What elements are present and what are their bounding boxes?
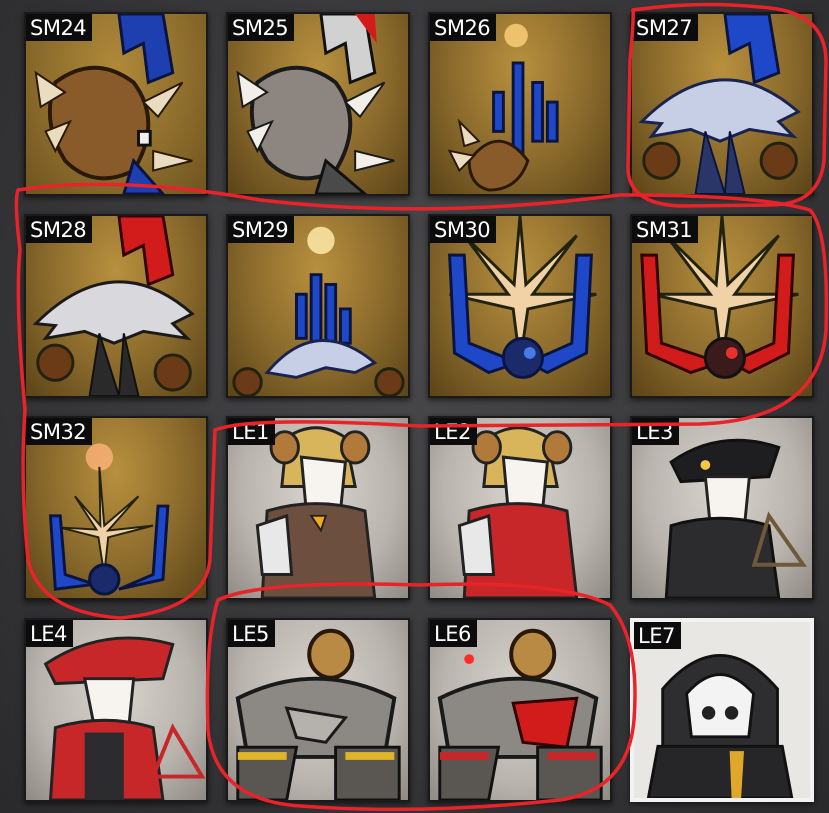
tile-label: LE5 [228, 620, 275, 647]
tile-label: SM30 [430, 216, 497, 243]
blonde-ram-musician-icon [255, 426, 377, 598]
tile-sm32[interactable]: SM32 [24, 416, 208, 600]
tile-le4[interactable]: LE4 [24, 618, 208, 802]
brown-spiked-creature-icon [26, 14, 206, 194]
tile-le1[interactable]: LE1 [226, 416, 410, 600]
tile-label: LE1 [228, 418, 275, 445]
blonde-ram-red-vest-musician-icon [457, 426, 579, 598]
red-cloak-creature-icon [32, 216, 195, 396]
blue-branch-creature-icon [447, 23, 559, 192]
tile-le3[interactable]: LE3 [630, 416, 814, 600]
tile-label: LE4 [26, 620, 73, 647]
tile-label: LE3 [632, 418, 679, 445]
tile-sm31[interactable]: SM31 [630, 214, 814, 398]
tile-label: SM25 [228, 14, 295, 41]
tile-label: SM26 [430, 14, 497, 41]
tile-sm30[interactable]: SM30 [428, 214, 612, 398]
gray-ram-red-scarf-beast-icon [437, 628, 603, 800]
tile-label: SM28 [26, 216, 93, 243]
red-antler-creature-icon [640, 216, 799, 379]
blue-antler-creature-icon [448, 216, 597, 379]
tile-label: SM31 [632, 216, 699, 243]
top-hat-musician-icon [664, 438, 807, 598]
tile-le7[interactable]: LE7 [630, 618, 814, 802]
tile-label: SM29 [228, 216, 295, 243]
tile-label: SM32 [26, 418, 93, 445]
tile-le6[interactable]: LE6 [428, 618, 612, 802]
tile-sm25[interactable]: SM25 [226, 12, 410, 196]
small-blue-cloak-creature-icon [232, 226, 405, 396]
tile-label: LE7 [634, 622, 681, 649]
tile-label: LE2 [430, 418, 477, 445]
tile-sm27[interactable]: SM27 [630, 12, 814, 196]
tile-le5[interactable]: LE5 [226, 618, 410, 802]
tile-le2[interactable]: LE2 [428, 416, 612, 600]
tile-sm24[interactable]: SM24 [24, 12, 208, 196]
small-blue-antler-creature-icon [48, 443, 170, 596]
tile-label: SM27 [632, 14, 699, 41]
tile-sm28[interactable]: SM28 [24, 214, 208, 398]
red-hat-musician-icon [43, 636, 206, 800]
blue-cloak-creature-icon [638, 14, 801, 194]
tile-label: SM24 [26, 14, 93, 41]
gray-ram-beast-icon [235, 628, 401, 800]
tile-label: LE6 [430, 620, 477, 647]
tile-sm29[interactable]: SM29 [226, 214, 410, 398]
gray-spiked-creature-icon [236, 14, 395, 194]
tile-sm26[interactable]: SM26 [428, 12, 612, 196]
